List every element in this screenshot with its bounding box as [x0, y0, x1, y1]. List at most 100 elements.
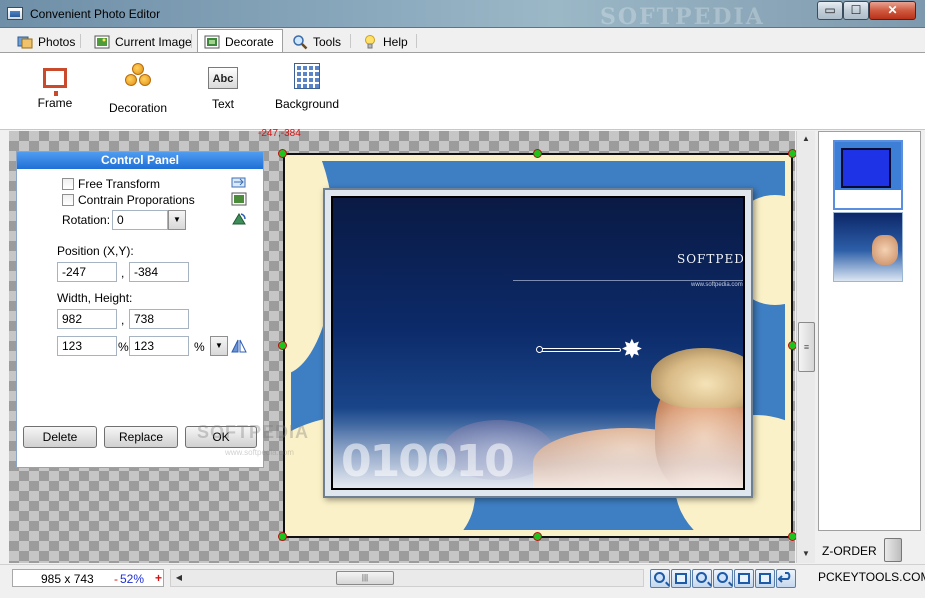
current-image-icon [94, 34, 110, 50]
lightbulb-icon [362, 34, 378, 50]
tab-tools-label: Tools [313, 34, 342, 49]
decoration-line [539, 348, 621, 352]
tab-separator [350, 34, 351, 48]
decoration-label: Decoration [108, 101, 168, 115]
position-y-input[interactable] [129, 262, 189, 282]
checkbox-box[interactable] [62, 178, 74, 190]
percent-label: % [194, 340, 205, 354]
free-transform-label: Free Transform [78, 177, 161, 191]
tab-tools[interactable]: Tools [285, 30, 350, 52]
fit-image-button[interactable] [755, 569, 775, 588]
zoom-in-link[interactable]: + [155, 571, 162, 585]
resize-handle-top[interactable] [533, 149, 542, 158]
resize-handle-left[interactable] [278, 341, 287, 350]
fit-to-window-button[interactable] [671, 569, 691, 588]
photo-digits: 010010 [341, 436, 515, 487]
actual-size-icon [738, 573, 750, 584]
thumbnail-frame[interactable] [833, 140, 903, 210]
photo-content: SOFTPEDIA www.softpedia.com 010010 ✸ [331, 196, 745, 490]
scroll-left-arrow[interactable]: ◀ [171, 570, 187, 586]
constrain-proportions-label: Contrain Proporations [78, 193, 195, 207]
width-input[interactable] [57, 309, 117, 329]
thumbnail-panel [818, 131, 921, 531]
z-order-icon[interactable] [884, 538, 902, 562]
window-title: Convenient Photo Editor [30, 7, 161, 21]
free-transform-checkbox[interactable]: Free Transform [62, 177, 160, 191]
brand-text: PCKEYTOOLS.COM [818, 570, 925, 584]
tab-separator [191, 34, 192, 48]
tab-decorate[interactable]: Decorate [197, 29, 283, 53]
tab-photos[interactable]: Photos [10, 30, 84, 52]
flip-icon[interactable] [231, 175, 247, 189]
close-button[interactable]: ✕ [869, 1, 916, 20]
text-button[interactable]: Abc Text [200, 63, 246, 111]
height-input[interactable] [129, 309, 189, 329]
tab-separator [80, 34, 81, 48]
height-percent-input[interactable] [129, 336, 189, 356]
edited-image[interactable]: SOFTPEDIA www.softpedia.com 010010 ✸ [283, 153, 793, 538]
background-label: Background [274, 97, 340, 111]
rotation-dropdown-arrow[interactable]: ▼ [168, 210, 186, 230]
comma-separator: , [121, 313, 125, 327]
resize-handle-bottom-left[interactable] [278, 532, 287, 541]
mirror-icon[interactable] [231, 339, 247, 353]
zoom-in-button[interactable] [650, 569, 670, 588]
decoration-button[interactable]: Decoration [105, 63, 171, 115]
resize-handle-bottom[interactable] [533, 532, 542, 541]
delete-button[interactable]: Delete [23, 426, 97, 448]
app-icon [7, 7, 23, 20]
width-percent-input[interactable] [57, 336, 117, 356]
tab-help[interactable]: Help [355, 30, 417, 52]
title-bar: Convenient Photo Editor SOFTPEDIA ▭ ☐ ✕ [0, 0, 925, 30]
title-watermark: SOFTPEDIA [600, 4, 765, 30]
magnifier-icon [292, 34, 308, 50]
background-button[interactable]: Background [272, 63, 342, 111]
tab-photos-label: Photos [38, 34, 76, 49]
undo-icon [777, 572, 791, 583]
vertical-scroll-thumb[interactable]: ≡ [798, 322, 815, 372]
undo-button[interactable] [776, 569, 796, 588]
photo-logo-text: SOFTPEDIA [677, 252, 745, 266]
position-x-input[interactable] [57, 262, 117, 282]
decoration-knob [536, 346, 543, 353]
zoom-button[interactable] [713, 569, 733, 588]
vertical-scrollbar[interactable]: ▲ ≡ ▼ [796, 131, 815, 563]
horizontal-scroll-thumb[interactable]: ||| [336, 571, 394, 585]
zoom-out-button[interactable] [692, 569, 712, 588]
replace-button[interactable]: Replace [104, 426, 178, 448]
maximize-button[interactable]: ☐ [843, 1, 869, 20]
rotate-icon[interactable] [231, 212, 247, 226]
constrain-proportions-checkbox[interactable]: Contrain Proporations [62, 193, 195, 207]
percent-dropdown-arrow[interactable]: ▼ [210, 336, 228, 356]
control-panel: Control Panel Free Transform Contrain Pr… [16, 151, 308, 468]
image-size-display: 985 x 743 - 52% + [12, 569, 164, 587]
scroll-down-arrow[interactable]: ▼ [797, 546, 815, 562]
actual-size-button[interactable] [734, 569, 754, 588]
decoration-icon [123, 63, 153, 93]
decorate-ribbon: Frame Decoration Abc Text Background [0, 52, 925, 130]
rotation-input[interactable] [112, 210, 168, 230]
frame-button[interactable]: Frame [30, 63, 80, 110]
zoom-in-icon [654, 572, 665, 583]
zoom-out-link[interactable]: - [114, 572, 118, 586]
horizontal-scrollbar[interactable]: ◀ ||| [170, 569, 644, 587]
image-dimensions: 985 x 743 [41, 572, 94, 586]
resize-handle-top-left[interactable] [278, 149, 287, 158]
rotation-label: Rotation: [62, 213, 111, 227]
tab-current-image[interactable]: Current Image [87, 30, 201, 52]
checkbox-box[interactable] [62, 194, 74, 206]
photo-url-text: www.softpedia.com [691, 282, 743, 288]
photos-icon [17, 34, 33, 50]
fit-image-icon[interactable] [231, 192, 247, 206]
minimize-button[interactable]: ▭ [817, 1, 843, 20]
zoom-out-icon [696, 572, 707, 583]
scroll-up-arrow[interactable]: ▲ [797, 131, 815, 147]
tab-help-label: Help [383, 34, 408, 49]
thumbnail-photo[interactable] [833, 212, 903, 282]
z-order-label: Z-ORDER [822, 544, 877, 558]
status-bar: 985 x 743 - 52% + ◀ ||| [0, 564, 925, 598]
frame-icon [43, 68, 67, 96]
ok-button[interactable]: OK [185, 426, 257, 448]
text-label: Text [211, 97, 234, 111]
tab-current-image-label: Current Image [115, 34, 192, 49]
